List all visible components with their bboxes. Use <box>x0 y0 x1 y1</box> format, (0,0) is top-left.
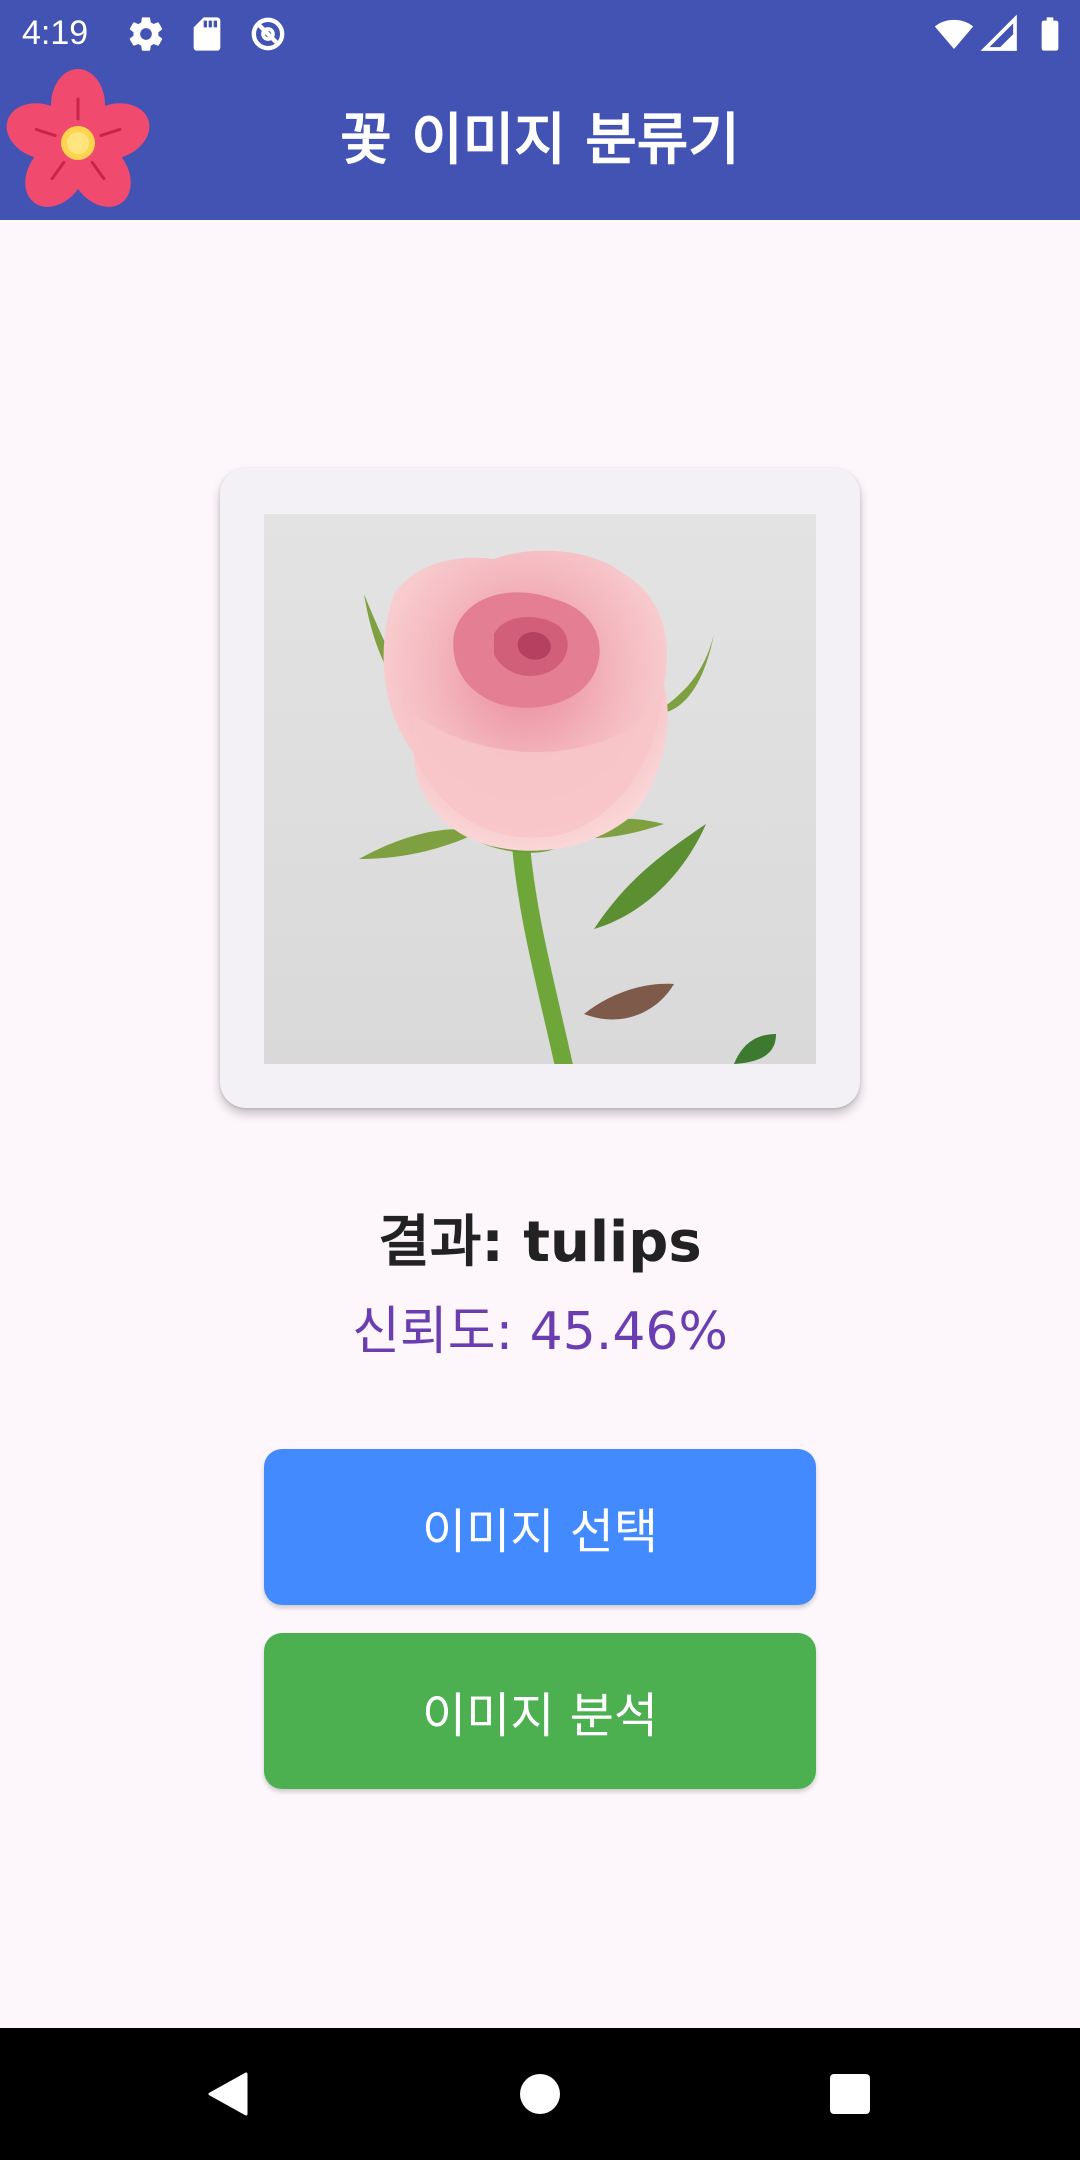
analyze-image-button[interactable]: 이미지 분석 <box>264 1633 816 1789</box>
battery-icon <box>1041 17 1059 51</box>
status-time: 4:19 <box>22 14 89 52</box>
status-bar: 4:19 <box>0 0 1080 66</box>
rose-photo <box>264 514 816 1064</box>
wifi-icon <box>934 19 974 49</box>
navigation-bar <box>0 2028 1080 2160</box>
app-title: 꽃 이미지 분류기 <box>340 108 740 173</box>
recents-icon[interactable] <box>818 2062 882 2126</box>
flower-image <box>264 514 816 1064</box>
sync-disabled-icon <box>251 17 285 51</box>
settings-icon <box>129 17 163 51</box>
image-card <box>220 468 860 1108</box>
select-image-button[interactable]: 이미지 선택 <box>264 1449 816 1605</box>
home-icon[interactable] <box>508 2062 572 2126</box>
app-header: 4:19 꽃 이미지 분류기 <box>0 0 1080 220</box>
confidence-label: 신뢰도: 45.46% <box>352 1302 728 1362</box>
sd-card-icon <box>193 17 221 51</box>
back-icon[interactable] <box>200 2062 264 2126</box>
result-label: 결과: tulips <box>378 1210 702 1275</box>
signal-icon <box>980 14 1017 51</box>
app-bar: 꽃 이미지 분류기 <box>0 66 1080 220</box>
